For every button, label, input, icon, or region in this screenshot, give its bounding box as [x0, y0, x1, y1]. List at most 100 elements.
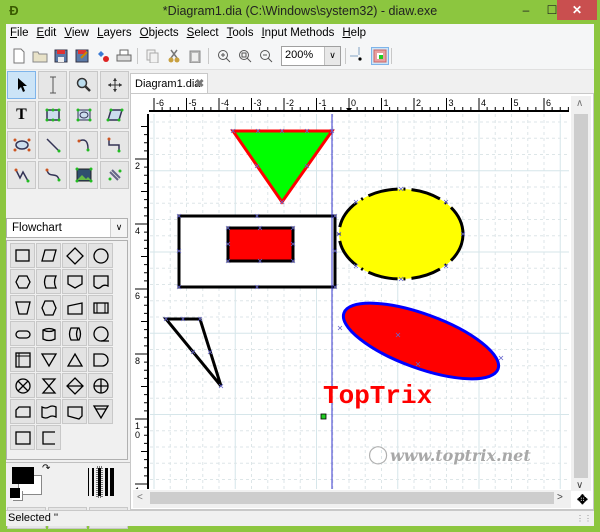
vertical-scrollbar[interactable]: ∧ ∨	[571, 96, 591, 491]
menu-edit[interactable]: Edit	[33, 24, 61, 43]
shape-predefined-process[interactable]	[88, 295, 113, 320]
shape-box[interactable]	[10, 243, 35, 268]
close-button[interactable]: ✕	[557, 0, 597, 20]
save-button[interactable]	[52, 47, 70, 65]
shape-transfer[interactable]	[88, 399, 113, 424]
copy-button[interactable]	[144, 47, 162, 65]
shape-sequential-access-storage[interactable]	[88, 321, 113, 346]
shape-parallelogram[interactable]	[36, 243, 61, 268]
toptrix-text-object[interactable]: TopTrix	[323, 381, 432, 411]
bezier-line-tool[interactable]	[38, 161, 67, 189]
tab-diagram1[interactable]: Diagram1.dia ✖	[130, 73, 208, 94]
print-button[interactable]	[115, 47, 133, 65]
arc-tool[interactable]	[69, 131, 98, 159]
shape-preparation[interactable]	[10, 269, 35, 294]
zoom-out-button[interactable]	[257, 47, 275, 65]
chevron-down-icon[interactable]: ∨	[324, 47, 340, 65]
image-tool[interactable]	[69, 161, 98, 189]
menu-layers[interactable]: Layers	[93, 24, 136, 43]
shape-manual-operation[interactable]	[10, 295, 35, 320]
box-tool[interactable]	[38, 101, 67, 129]
shape-merge[interactable]	[36, 347, 61, 372]
horizontal-scroll-thumb[interactable]	[150, 492, 554, 504]
shape-offline-storage[interactable]	[10, 425, 35, 450]
shape-extract[interactable]	[62, 347, 87, 372]
text-tool[interactable]: T	[7, 101, 36, 129]
line-tool[interactable]	[38, 131, 67, 159]
vertical-scroll-thumb[interactable]	[574, 114, 588, 478]
green-triangle-shape[interactable]	[230, 129, 335, 205]
object-snap-toggle[interactable]	[371, 47, 389, 65]
menu-input-methods[interactable]: Input Methods	[257, 24, 338, 43]
minimize-button[interactable]: –	[513, 0, 539, 20]
default-colors-icon[interactable]	[10, 488, 20, 498]
navigation-move-icon[interactable]: ✥	[577, 492, 588, 508]
menu-tools[interactable]: Tools	[223, 24, 258, 43]
export-button[interactable]	[94, 47, 112, 65]
title-bar[interactable]: Ð *Diagram1.dia (C:\Windows\system32) - …	[0, 0, 600, 24]
snap-to-grid-toggle[interactable]	[350, 47, 368, 65]
zoom-fit-button[interactable]	[236, 47, 254, 65]
menu-objects[interactable]: Objects	[136, 24, 183, 43]
line-width-selector[interactable]	[86, 466, 116, 498]
shape-collate[interactable]	[36, 373, 61, 398]
shape-direct-access-storage[interactable]	[62, 321, 87, 346]
shape-off-page-connector[interactable]	[62, 269, 87, 294]
magnify-tool[interactable]	[69, 71, 98, 99]
foreground-color-swatch[interactable]	[12, 467, 34, 484]
menu-select[interactable]: Select	[183, 24, 223, 43]
scroll-tool[interactable]	[100, 71, 129, 99]
pointer-tool[interactable]	[7, 71, 36, 99]
yellow-ellipse-shape[interactable]	[337, 187, 465, 281]
scroll-left-icon[interactable]: <	[137, 492, 143, 503]
diagram-canvas[interactable]: TopTrix ◯ www.toptrix.net	[150, 114, 569, 489]
beziergon-tool[interactable]	[7, 131, 36, 159]
shape-or[interactable]	[88, 373, 113, 398]
polyline-tool[interactable]	[7, 161, 36, 189]
menu-file[interactable]: File	[6, 24, 33, 43]
text-anchor-handle[interactable]	[320, 413, 327, 420]
shape-document[interactable]	[88, 269, 113, 294]
shape-summing-junction[interactable]	[10, 373, 35, 398]
zigzag-line-tool[interactable]	[100, 131, 129, 159]
scroll-down-icon[interactable]: ∨	[576, 480, 583, 491]
shape-sort[interactable]	[62, 373, 87, 398]
scroll-right-icon[interactable]: >	[557, 492, 563, 503]
swap-colors-icon[interactable]: ↷	[42, 463, 50, 474]
inner-red-rectangle-shape[interactable]	[226, 226, 295, 263]
text-edit-tool[interactable]	[38, 71, 67, 99]
new-file-button[interactable]	[10, 47, 28, 65]
zoom-level-select[interactable]: 200% ∨	[281, 46, 341, 66]
horizontal-scrollbar[interactable]: < >	[133, 490, 571, 508]
shape-stored-data[interactable]	[36, 269, 61, 294]
scroll-up-icon[interactable]: ∧	[576, 98, 583, 109]
zoom-in-button[interactable]	[215, 47, 233, 65]
shape-punched-tape[interactable]	[36, 399, 61, 424]
chevron-down-icon[interactable]: ∨	[110, 219, 127, 237]
red-ellipse-shape[interactable]	[335, 288, 508, 395]
shape-display[interactable]	[62, 399, 87, 424]
menu-help[interactable]: Help	[338, 24, 370, 43]
shape-diamond[interactable]	[62, 243, 87, 268]
shape-manual-input[interactable]	[62, 295, 87, 320]
close-tab-icon[interactable]: ✖	[195, 77, 204, 90]
shape-terminal[interactable]	[10, 321, 35, 346]
shape-terminal-hexagon[interactable]	[36, 295, 61, 320]
shape-magnetic-disk[interactable]	[36, 321, 61, 346]
shape-annotation[interactable]	[36, 425, 61, 450]
polygon-tool[interactable]	[100, 101, 129, 129]
shape-internal-storage[interactable]	[10, 347, 35, 372]
outline-tool[interactable]	[100, 161, 129, 189]
sheet-select[interactable]: Flowchart ∨	[6, 218, 128, 238]
save-as-button[interactable]	[73, 47, 91, 65]
menu-view[interactable]: View	[60, 24, 93, 43]
shape-delay[interactable]	[88, 347, 113, 372]
ellipse-tool[interactable]	[69, 101, 98, 129]
shape-ellipse[interactable]	[88, 243, 113, 268]
open-button[interactable]	[31, 47, 49, 65]
resize-grip-icon[interactable]: ⋮⋮	[576, 514, 592, 523]
cut-button[interactable]	[165, 47, 183, 65]
paste-button[interactable]	[186, 47, 204, 65]
paste-icon	[189, 50, 201, 63]
shape-card[interactable]	[10, 399, 35, 424]
